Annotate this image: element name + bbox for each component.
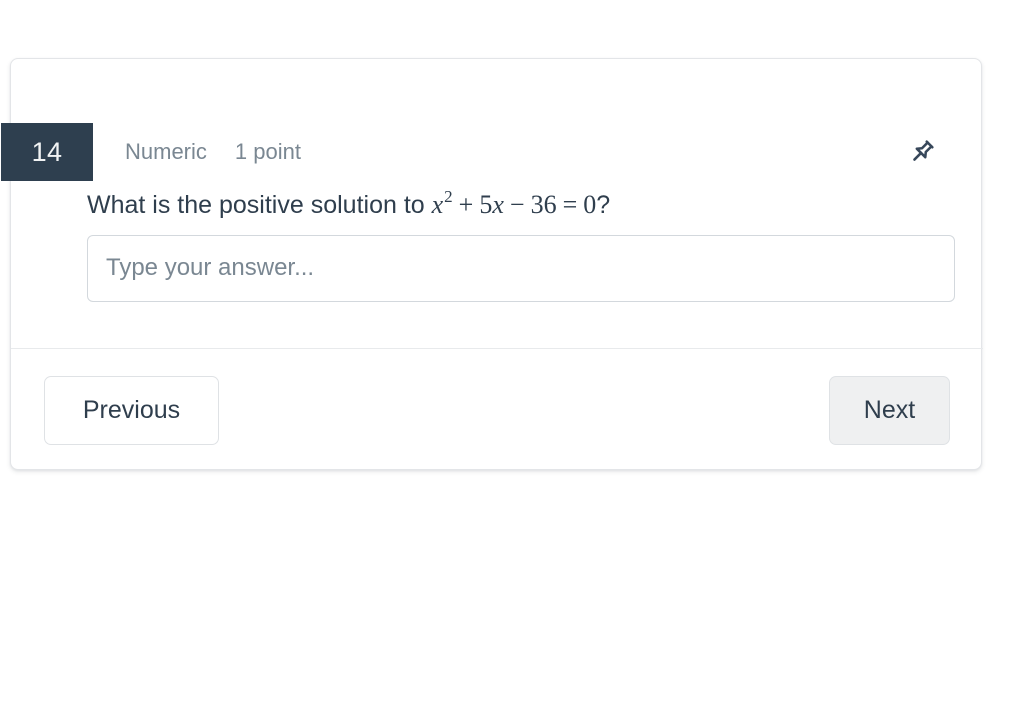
question-prompt-suffix: ? bbox=[596, 191, 611, 219]
equation-operator-1: + bbox=[458, 190, 474, 219]
equation-constant: 36 bbox=[530, 190, 557, 219]
pin-question-button[interactable] bbox=[901, 131, 943, 173]
next-button[interactable]: Next bbox=[829, 376, 950, 445]
equation-right-side: 0 bbox=[583, 190, 597, 219]
previous-button[interactable]: Previous bbox=[44, 376, 219, 445]
question-meta: Numeric 1 point bbox=[125, 123, 301, 181]
equation-equals: = bbox=[562, 190, 578, 219]
question-card: 14 Numeric 1 point What is the positive … bbox=[1, 58, 983, 470]
answer-input[interactable] bbox=[87, 234, 955, 302]
equation-exponent-1: 2 bbox=[444, 187, 453, 206]
pin-icon bbox=[906, 136, 938, 168]
equation-variable-2: x bbox=[492, 190, 504, 219]
equation-variable-1: x bbox=[431, 190, 444, 219]
equation-operator-2: − bbox=[509, 190, 525, 219]
question-footer: Previous Next bbox=[11, 349, 983, 470]
question-points-label: 1 point bbox=[234, 139, 301, 164]
question-prompt: What is the positive solution to x2 +5x −3… bbox=[87, 187, 963, 221]
question-number-badge: 14 bbox=[1, 123, 93, 181]
question-header: 14 Numeric 1 point bbox=[1, 123, 983, 181]
equation-coefficient-2: 5 bbox=[479, 190, 493, 219]
question-prompt-text: What is the positive solution to bbox=[87, 191, 432, 219]
question-type-label: Numeric bbox=[125, 139, 207, 164]
question-body: What is the positive solution to x2 +5x −3… bbox=[87, 187, 963, 302]
equation: x2 +5x −36 = 0 bbox=[431, 187, 597, 219]
